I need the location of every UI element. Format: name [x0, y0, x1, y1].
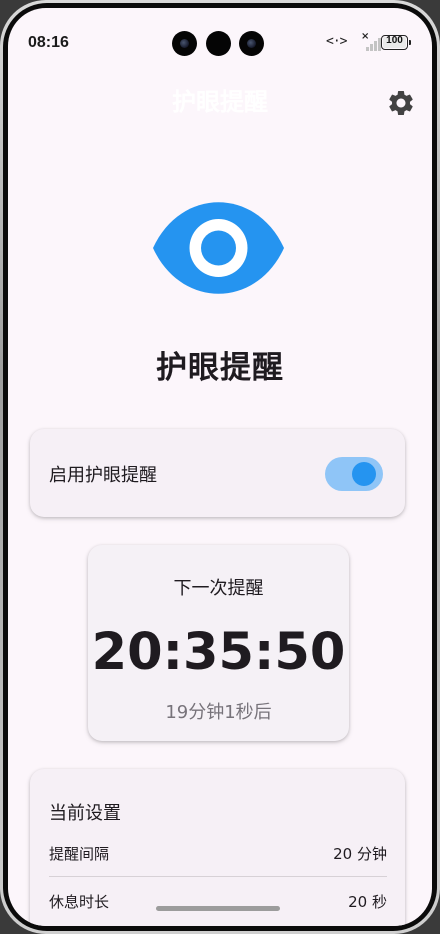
next-reminder-card: 下一次提醒 20:35:50 19分钟1秒后 [88, 545, 349, 741]
setting-label: 提醒间隔 [49, 845, 110, 863]
battery-icon: 100 [381, 35, 411, 50]
divider [49, 876, 387, 877]
eye-icon [153, 202, 284, 294]
setting-row-rest-duration: 休息时长 20 秒 [49, 891, 387, 915]
signal-icon: × [361, 31, 382, 51]
setting-value: 20 秒 [348, 893, 387, 911]
hero-title: 护眼提醒 [156, 350, 284, 386]
switch-thumb [352, 462, 376, 486]
status-bar: 08:16 <·> × 100 [8, 8, 432, 68]
setting-row-interval: 提醒间隔 20 分钟 [49, 843, 387, 867]
app-bar-title: 护眼提醒 [172, 88, 268, 116]
camera-lens-icon [172, 31, 197, 56]
app-screen: 08:16 <·> × 100 护眼提醒 护眼提醒 启用护眼提醒 下一次提醒 2… [8, 8, 432, 926]
data-transfer-icon: <·> [326, 34, 348, 49]
battery-level: 100 [386, 35, 403, 46]
enable-reminder-label: 启用护眼提醒 [49, 465, 157, 486]
home-indicator[interactable] [156, 906, 280, 911]
settings-button[interactable] [386, 88, 416, 118]
current-settings-card: 当前设置 提醒间隔 20 分钟 休息时长 20 秒 [30, 769, 405, 926]
no-signal-mark: × [361, 31, 370, 42]
setting-value: 20 分钟 [333, 845, 387, 863]
camera-cutout [206, 31, 231, 56]
next-reminder-countdown: 19分钟1秒后 [165, 702, 272, 723]
enable-reminder-card: 启用护眼提醒 [30, 429, 405, 517]
next-reminder-title: 下一次提醒 [173, 578, 264, 599]
enable-reminder-switch[interactable] [325, 457, 383, 491]
status-time: 08:16 [28, 34, 69, 51]
camera-lens-icon [239, 31, 264, 56]
next-reminder-time: 20:35:50 [91, 623, 346, 682]
current-settings-title: 当前设置 [49, 803, 121, 824]
gear-icon [389, 91, 413, 115]
setting-label: 休息时长 [49, 893, 110, 911]
